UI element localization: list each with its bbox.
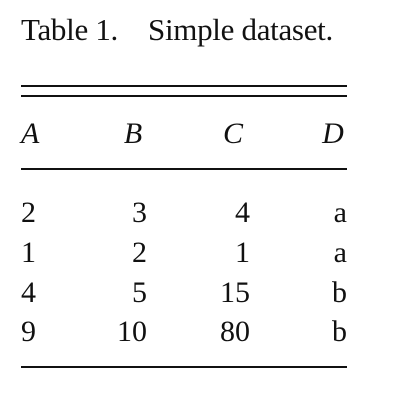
table-cell-r3-c: 15 [220,276,250,309]
table-cell-r2-a: 1 [21,236,36,269]
top-rule-upper [21,85,347,87]
table-cell-r4-c: 80 [220,315,250,348]
header-cell-a: A [21,117,40,150]
table-cell-r1-b: 3 [132,196,147,229]
top-rule-lower [21,95,347,97]
table-cell-r1-d: a [333,196,347,229]
table-caption-label: Table 1. [21,12,119,47]
table-cell-r4-d: b [332,315,347,348]
table-caption: Table 1. Simple dataset. [21,11,333,49]
table-cell-r1-a: 2 [21,196,36,229]
table-cell-r3-d: b [332,276,347,309]
table-cell-r2-c: 1 [235,236,250,269]
header-cell-c: C [222,117,243,150]
header-cell-b: B [123,117,143,150]
table-cell-r4-b: 10 [117,315,147,348]
table-cell-r1-c: 4 [235,196,250,229]
table-caption-text: Simple dataset. [148,12,333,47]
header-cell-d: D [322,117,344,150]
table-cell-r2-b: 2 [132,236,147,269]
bottom-rule [21,366,347,368]
table-cell-r4-a: 9 [21,315,36,348]
header-rule [21,168,347,170]
table-cell-r3-b: 5 [132,276,147,309]
table-cell-r3-a: 4 [21,276,36,309]
table-cell-r2-d: a [333,236,347,269]
